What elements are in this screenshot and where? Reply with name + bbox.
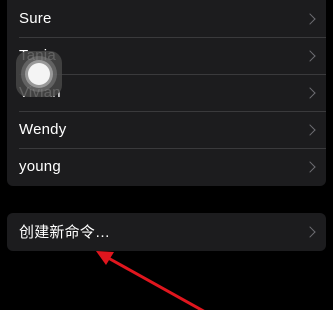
chevron-right-icon xyxy=(304,225,316,238)
chevron-right-icon xyxy=(304,86,316,99)
arrow-head xyxy=(96,251,114,265)
create-new-command-button[interactable]: 创建新命令… xyxy=(7,213,326,250)
list-item-wendy[interactable]: Wendy xyxy=(7,111,326,148)
list-item-sure[interactable]: Sure xyxy=(7,0,326,37)
list-item-label: young xyxy=(19,158,61,175)
assistive-touch-icon[interactable] xyxy=(16,51,62,97)
create-command-group: 创建新命令… xyxy=(7,213,326,251)
chevron-right-icon xyxy=(304,160,316,173)
create-new-command-label: 创建新命令… xyxy=(19,224,111,241)
chevron-right-icon xyxy=(304,123,316,136)
arrow-shaft xyxy=(108,257,205,310)
list-item-label: Sure xyxy=(19,10,52,27)
list-item-label: Wendy xyxy=(19,121,67,138)
list-item-young[interactable]: young xyxy=(7,148,326,185)
chevron-right-icon xyxy=(304,49,316,62)
chevron-right-icon xyxy=(304,12,316,25)
